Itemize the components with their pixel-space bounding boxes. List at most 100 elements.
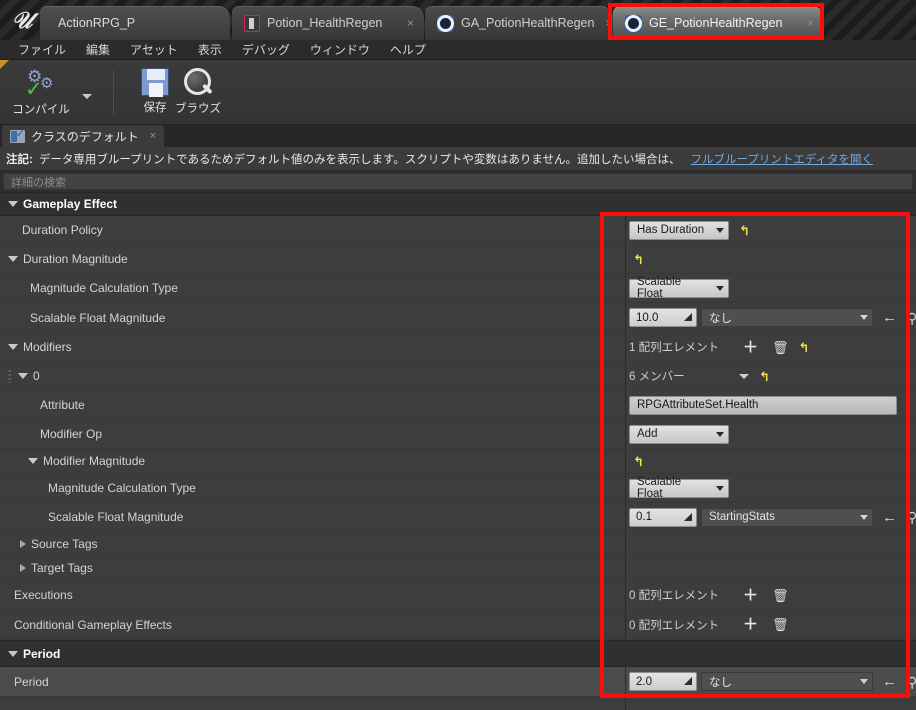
chevron-down-icon[interactable]	[8, 256, 18, 262]
menu-item-編集[interactable]: 編集	[76, 41, 120, 58]
tab-potion_healthregen[interactable]: Potion_HealthRegen ×	[232, 6, 424, 40]
number-input[interactable]: 2.0	[629, 672, 697, 691]
browse-button[interactable]: ブラウズ	[163, 64, 233, 122]
browse-to-asset-icon[interactable]: ⚲	[907, 311, 916, 325]
menu-item-デバッグ[interactable]: デバッグ	[232, 41, 300, 58]
property-label: Magnitude Calculation Type	[48, 481, 196, 495]
dropdown-duration-policy[interactable]: Has Duration	[629, 220, 729, 240]
details-panel[interactable]: Gameplay Effect Duration Policy Has Durati…	[0, 192, 916, 710]
column-splitter[interactable]	[625, 192, 626, 710]
menu-item-ウィンドウ[interactable]: ウィンドウ	[300, 41, 380, 58]
chevron-down-icon	[716, 431, 724, 437]
close-icon[interactable]: ×	[807, 16, 814, 30]
number-input[interactable]: 10.0	[629, 308, 697, 327]
value-cell: Add	[629, 420, 729, 448]
number-value: 10.0	[636, 311, 659, 324]
spinner-icon[interactable]	[684, 313, 692, 321]
chevron-down-icon[interactable]	[739, 373, 749, 379]
property-label: Modifiers	[23, 340, 72, 354]
property-row-magnitude-calculation-type[interactable]: Magnitude Calculation Type Scalable Float	[0, 274, 916, 303]
property-row-target-tags[interactable]: Target Tags	[0, 556, 916, 581]
property-label: Executions	[14, 588, 73, 602]
property-row-modifiers[interactable]: Modifiers 1 配列エレメント ＋ 🗑 ↰	[0, 333, 916, 362]
chevron-right-icon[interactable]	[20, 564, 26, 572]
property-row-conditional-gameplay-effects[interactable]: Conditional Gameplay Effects 0 配列エレメント ＋ 🗑	[0, 610, 916, 640]
browse-to-asset-icon[interactable]: ⚲	[907, 675, 916, 689]
tab-actionrpg_p[interactable]: ActionRPG_P	[40, 6, 230, 40]
curve-table-dropdown[interactable]: なし	[701, 308, 873, 327]
property-row-scalable-float-magnitude[interactable]: Scalable Float Magnitude 10.0 なし ← ⚲	[0, 303, 916, 333]
menu-item-表示[interactable]: 表示	[188, 41, 232, 58]
value-cell: 1 配列エレメント ＋ 🗑 ↰	[629, 333, 809, 361]
unreal-engine-logo-icon[interactable]: 𝒰	[4, 3, 40, 37]
dropdown-magnitude-calculation-type[interactable]: Scalable Float	[629, 276, 729, 300]
property-row-0[interactable]: 0 6 メンバー ↰	[0, 362, 916, 391]
number-value: 0.1	[636, 511, 652, 523]
use-selected-asset-icon[interactable]: ←	[882, 510, 897, 525]
add-element-icon[interactable]: ＋	[743, 617, 758, 632]
delete-icon[interactable]: 🗑	[772, 618, 789, 631]
drag-handle-icon[interactable]	[8, 369, 12, 383]
search-input[interactable]: 詳細の検索	[3, 173, 913, 190]
property-row-duration-magnitude[interactable]: Duration Magnitude ↰	[0, 245, 916, 274]
revert-arrow-icon[interactable]: ↰	[633, 253, 644, 266]
chevron-right-icon[interactable]	[20, 539, 26, 548]
property-row-magnitude-calculation-type[interactable]: Magnitude Calculation Type Scalable Float	[0, 474, 916, 503]
property-row-executions[interactable]: Executions 0 配列エレメント ＋ 🗑	[0, 581, 916, 610]
value-cell: Has Duration ↰	[629, 216, 750, 244]
delete-icon[interactable]: 🗑	[772, 341, 789, 354]
tab-ge_potionhealthregen[interactable]: GE_PotionHealthRegen ×	[613, 6, 824, 40]
curve-table-dropdown[interactable]: StartingStats	[701, 507, 873, 527]
spinner-icon[interactable]	[684, 677, 692, 685]
attribute-value-field[interactable]: RPGAttributeSet.Health	[629, 395, 897, 415]
property-row-source-tags[interactable]: Source Tags	[0, 532, 916, 556]
chevron-down-icon[interactable]	[28, 458, 38, 464]
compile-button[interactable]: ⚙ ⚙ ✓ コンパイル	[6, 64, 76, 122]
menu-item-ヘルプ[interactable]: ヘルプ	[380, 41, 436, 58]
use-selected-asset-icon[interactable]: ←	[882, 674, 897, 689]
compile-gears-check-icon: ⚙ ⚙ ✓	[25, 67, 54, 101]
property-row-duration-policy[interactable]: Duration Policy Has Duration ↰	[0, 216, 916, 245]
dropdown-magnitude-calculation-type[interactable]: Scalable Float	[629, 476, 729, 500]
menu-item-アセット[interactable]: アセット	[120, 41, 188, 58]
category-header-period[interactable]: Period	[0, 640, 916, 667]
open-full-blueprint-editor-link[interactable]: フルブループリントエディタを開く	[691, 151, 874, 167]
property-label: Duration Magnitude	[23, 252, 128, 266]
property-label: Scalable Float Magnitude	[30, 310, 166, 325]
close-icon[interactable]: ×	[605, 16, 612, 30]
spinner-icon[interactable]	[684, 512, 692, 521]
use-selected-asset-icon[interactable]: ←	[882, 310, 897, 325]
revert-arrow-icon[interactable]: ↰	[633, 455, 644, 468]
curve-table-dropdown[interactable]: なし	[701, 672, 873, 691]
panel-tab-row: クラスのデフォルト ×	[0, 125, 916, 147]
property-label: Conditional Gameplay Effects	[14, 617, 172, 632]
property-row-modifier-magnitude[interactable]: Modifier Magnitude ↰	[0, 449, 916, 474]
property-row-modifier-op[interactable]: Modifier Op Add	[0, 420, 916, 449]
close-icon[interactable]: ×	[407, 16, 414, 30]
add-element-icon[interactable]: ＋	[743, 588, 758, 603]
close-icon[interactable]: ×	[150, 130, 156, 142]
chevron-down-icon[interactable]	[8, 201, 18, 207]
menu-item-ファイル[interactable]: ファイル	[8, 41, 76, 58]
tab-class-defaults[interactable]: クラスのデフォルト ×	[2, 125, 165, 147]
property-row-period[interactable]: Period 2.0 なし ← ⚲	[0, 667, 916, 697]
number-input[interactable]: 0.1	[629, 507, 697, 527]
browse-to-asset-icon[interactable]: ⚲	[907, 510, 916, 524]
add-element-icon[interactable]: ＋	[743, 340, 758, 355]
chevron-down-icon[interactable]	[18, 373, 28, 379]
tab-ga_potionhealthregen[interactable]: GA_PotionHealthRegen ×	[425, 6, 613, 40]
property-label: Source Tags	[31, 536, 98, 551]
chevron-down-icon[interactable]	[8, 344, 18, 350]
delete-icon[interactable]: 🗑	[772, 589, 789, 602]
revert-arrow-icon[interactable]: ↰	[799, 341, 810, 354]
category-header-gameplay-effect[interactable]: Gameplay Effect	[0, 192, 916, 216]
revert-arrow-icon[interactable]: ↰	[739, 224, 750, 237]
number-value: 2.0	[636, 675, 652, 688]
revert-arrow-icon[interactable]: ↰	[759, 370, 770, 383]
search-placeholder: 詳細の検索	[11, 176, 66, 189]
dropdown-modifier-op[interactable]: Add	[629, 424, 729, 444]
chevron-down-icon[interactable]	[8, 650, 18, 657]
compile-dropdown-arrow-icon[interactable]	[82, 94, 92, 99]
property-row-attribute[interactable]: Attribute RPGAttributeSet.Health	[0, 391, 916, 420]
property-row-scalable-float-magnitude[interactable]: Scalable Float Magnitude 0.1 StartingStats…	[0, 503, 916, 532]
